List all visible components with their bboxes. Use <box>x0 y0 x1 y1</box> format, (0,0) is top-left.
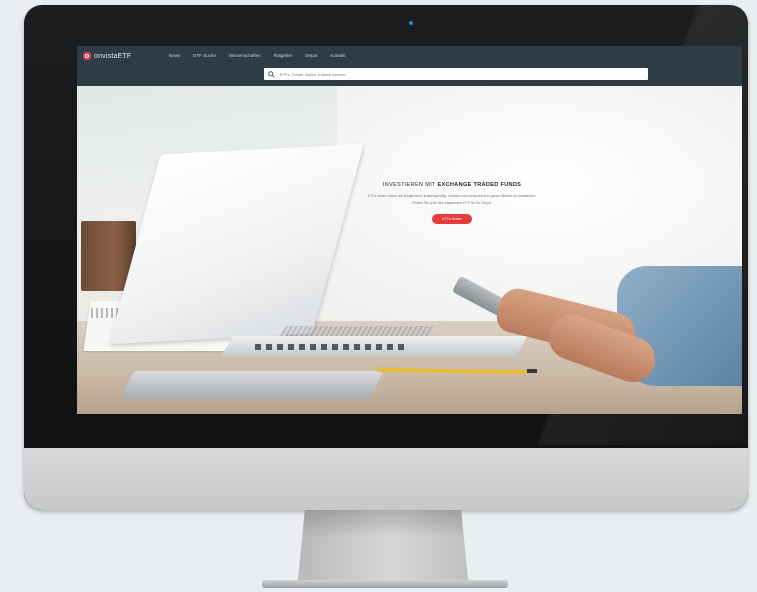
site-logo[interactable]: onvistaETF <box>83 52 131 60</box>
search-input[interactable] <box>280 69 620 79</box>
browser-screen: onvistaETF News ETF-Suche Wissenschaften… <box>77 46 742 414</box>
monitor-base <box>262 580 508 588</box>
hero-title-lead: INVESTIEREN MIT <box>382 182 436 188</box>
logo-text: onvistaETF <box>94 52 132 60</box>
nav-item-etf-suche[interactable]: ETF-Suche <box>193 53 216 58</box>
logo-icon <box>83 52 91 60</box>
nav-item-wissenschaften[interactable]: Wissenschaften <box>229 53 261 58</box>
hero-pencil-tip <box>527 369 537 373</box>
search-bar[interactable] <box>264 68 648 80</box>
monitor-chin <box>24 448 748 510</box>
hero-laptop-ports <box>255 344 405 350</box>
hero-section: INVESTIEREN MIT EXCHANGE TRADED FUNDS ET… <box>77 86 742 414</box>
nav-item-kontakt[interactable]: Kontakt <box>330 53 345 58</box>
hero-title: INVESTIEREN MIT EXCHANGE TRADED FUNDS <box>352 182 552 188</box>
search-icon <box>268 70 275 78</box>
nav-item-news[interactable]: News <box>169 53 180 58</box>
hero-content: INVESTIEREN MIT EXCHANGE TRADED FUNDS ET… <box>352 182 552 225</box>
hero-description: ETFs bieten Ihnen die Möglichkeit, koste… <box>367 194 537 205</box>
hero-title-strong: EXCHANGE TRADED FUNDS <box>437 182 522 188</box>
monitor-stand-shadow <box>298 510 468 580</box>
cta-button[interactable]: ETFs finden <box>432 214 472 224</box>
hero-tablet <box>120 371 384 399</box>
top-navbar: onvistaETF News ETF-Suche Wissenschaften… <box>77 46 742 86</box>
webcam-dot <box>409 21 413 25</box>
nav-item-depot[interactable]: Depot <box>305 53 317 58</box>
nav-item-ratgeber[interactable]: Ratgeber <box>274 53 293 58</box>
nav-menu: News ETF-Suche Wissenschaften Ratgeber D… <box>169 53 346 58</box>
monitor-frame: onvistaETF News ETF-Suche Wissenschaften… <box>24 5 748 510</box>
